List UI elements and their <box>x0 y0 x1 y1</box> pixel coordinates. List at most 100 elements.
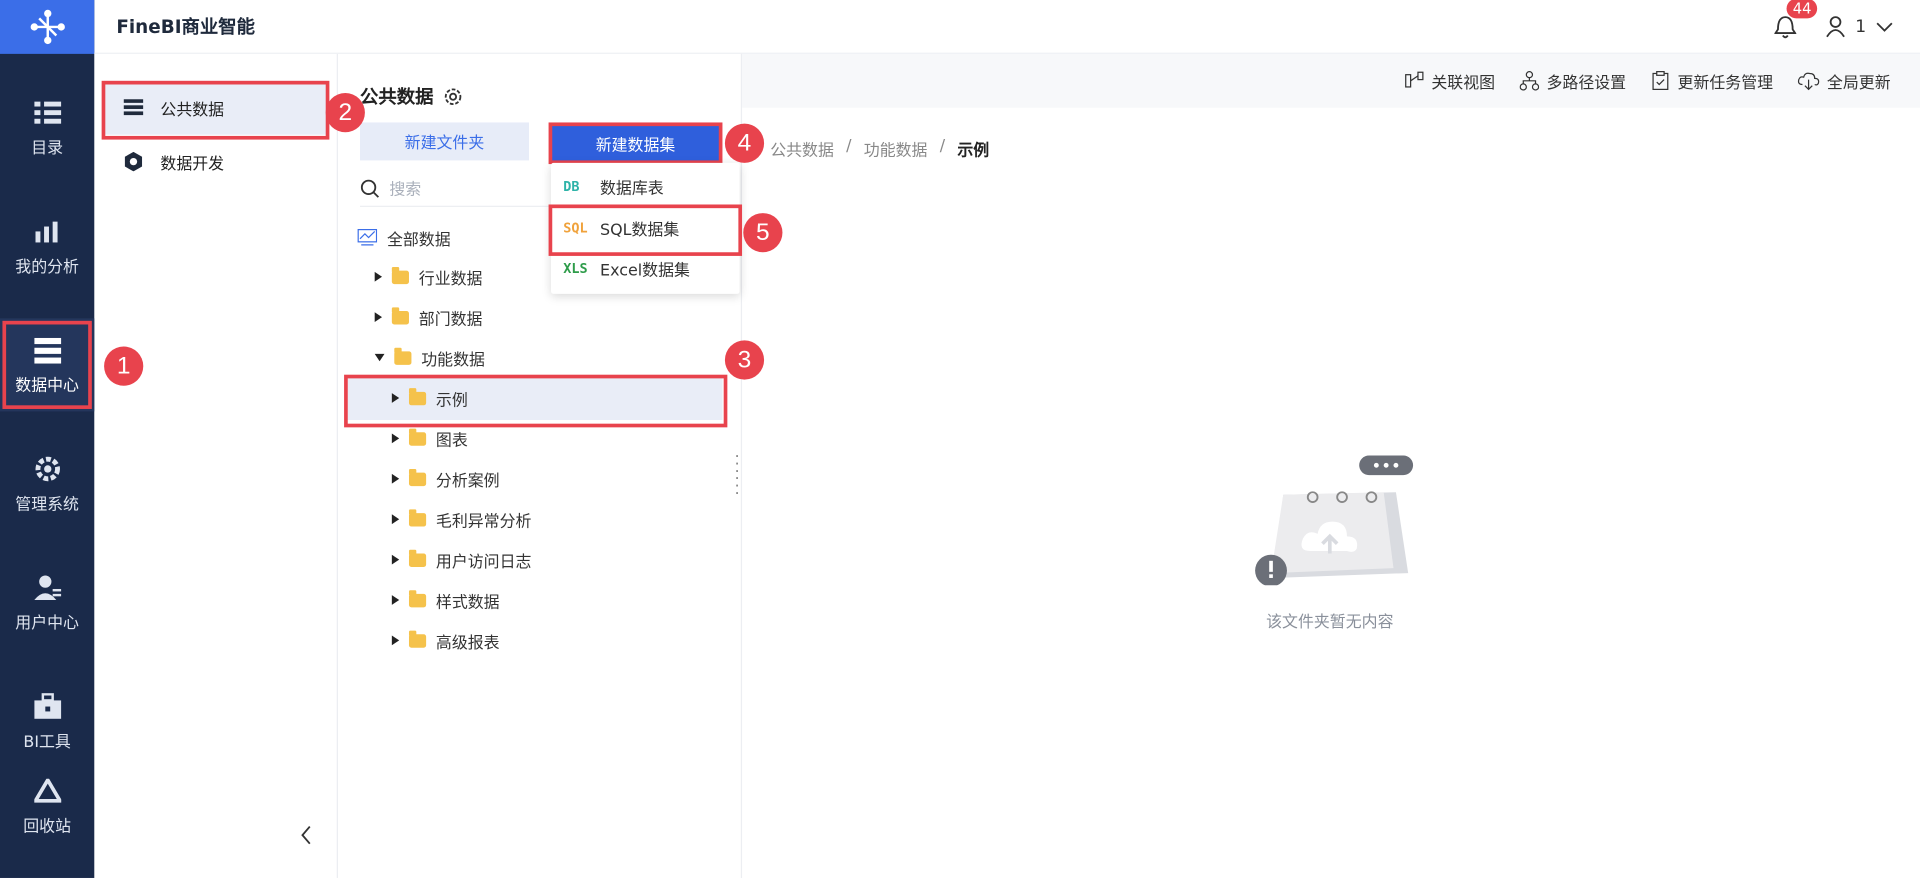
chevron-down-icon <box>1876 22 1893 32</box>
tree-item[interactable]: 用户访问日志 <box>391 540 532 579</box>
step-marker: 5 <box>743 213 783 253</box>
expand-arrow-icon[interactable] <box>391 595 400 605</box>
multi-path-button[interactable]: 多路径设置 <box>1519 69 1627 93</box>
search-box[interactable]: 搜索 <box>360 170 556 207</box>
highlight-box <box>548 122 723 165</box>
app-logo[interactable] <box>0 0 95 54</box>
gear-icon <box>32 454 61 483</box>
step-marker: 2 <box>325 93 365 133</box>
db-table-icon: DB <box>563 178 580 195</box>
expand-arrow-icon[interactable] <box>391 514 400 525</box>
breadcrumb-separator: / <box>846 137 852 156</box>
nav-item-user-center[interactable]: 用户中心 <box>0 556 94 649</box>
search-input[interactable]: 搜索 <box>389 176 421 199</box>
global-update-button[interactable]: 全局更新 <box>1797 69 1891 92</box>
tree-item[interactable]: 样式数据 <box>391 580 500 619</box>
folder-icon <box>408 589 427 607</box>
panel-title-text: 公共数据 <box>360 85 434 108</box>
nav-item-recycle[interactable]: 回收站 <box>0 759 94 852</box>
user-icon <box>1826 16 1845 38</box>
empty-state-text: 该文件夹暂无内容 <box>1266 613 1394 632</box>
user-name: 1 <box>1855 17 1867 37</box>
new-folder-button[interactable]: 新建文件夹 <box>360 122 529 161</box>
tree-label: 用户访问日志 <box>435 552 532 572</box>
breadcrumb: 公共数据 / 功能数据 / 示例 <box>770 137 989 160</box>
step-marker: 1 <box>104 346 144 386</box>
main-toolbar: 关联视图 多路径设置 更新任务管理 全局更新 <box>742 53 1920 108</box>
expand-arrow-icon[interactable] <box>391 433 400 444</box>
task-manage-button[interactable]: 更新任务管理 <box>1651 69 1773 92</box>
catalog-icon <box>32 97 61 126</box>
nav-item-data-center[interactable]: 数据中心 <box>0 318 95 412</box>
folder-icon <box>391 306 409 324</box>
top-bar: FineBI商业智能 44 1 <box>94 0 1920 54</box>
folder-icon <box>408 549 427 567</box>
dropdown-item-db-table[interactable]: DB 数据库表 <box>551 167 740 207</box>
folder-icon <box>408 508 427 526</box>
relation-view-icon <box>1405 71 1424 88</box>
nav-item-catalog[interactable]: 目录 <box>0 81 94 174</box>
tree-label: 毛利异常分析 <box>435 512 532 531</box>
expand-arrow-icon[interactable] <box>374 312 383 323</box>
breadcrumb-item[interactable]: 功能数据 <box>864 137 928 160</box>
tree-item[interactable]: 图表 <box>391 419 468 458</box>
expand-arrow-icon[interactable] <box>391 635 400 646</box>
collapse-panel-button[interactable] <box>300 825 312 851</box>
collapse-arrow-icon[interactable] <box>374 353 385 362</box>
nav-label: 管理系统 <box>15 495 79 514</box>
tree-label: 高级报表 <box>435 633 500 653</box>
highlight-box <box>2 320 92 409</box>
empty-folder-illustration <box>1255 455 1414 586</box>
dropdown-label: Excel数据集 <box>600 262 690 281</box>
expand-arrow-icon[interactable] <box>391 473 400 484</box>
folder-icon <box>394 347 412 365</box>
tree-item[interactable]: 分析案例 <box>391 459 500 498</box>
multi-path-icon <box>1519 71 1540 91</box>
folder-icon <box>408 468 427 486</box>
search-icon <box>360 179 380 198</box>
all-data-icon <box>357 228 378 246</box>
tree-item[interactable]: 行业数据 <box>374 257 482 296</box>
panel-resize-handle[interactable]: · · · · · · <box>735 449 741 500</box>
relation-view-button[interactable]: 关联视图 <box>1404 69 1495 92</box>
tree-label: 全部数据 <box>386 230 451 250</box>
analysis-icon <box>32 216 61 245</box>
tree-item[interactable]: 部门数据 <box>374 298 483 337</box>
expand-arrow-icon[interactable] <box>391 554 400 565</box>
chevron-left-icon <box>301 825 311 845</box>
folder-icon <box>408 427 427 446</box>
breadcrumb-item[interactable]: 公共数据 <box>770 137 834 160</box>
highlight-box <box>548 204 743 256</box>
toolbar-label: 更新任务管理 <box>1677 74 1774 93</box>
notification-badge: 44 <box>1786 0 1818 19</box>
tree-item-selected[interactable]: 示例 <box>391 378 468 417</box>
folder-icon <box>391 266 409 284</box>
nav-item-admin[interactable]: 管理系统 <box>0 437 94 530</box>
nav-label: 我的分析 <box>15 257 79 277</box>
nav-item-my-analysis[interactable]: 我的分析 <box>0 200 94 293</box>
notification-bell[interactable]: 44 <box>1773 0 1818 39</box>
tree-label: 部门数据 <box>418 310 483 329</box>
tree-label: 图表 <box>435 431 468 451</box>
toolbar-label: 关联视图 <box>1431 74 1496 93</box>
toolbar-label: 多路径设置 <box>1546 74 1627 93</box>
tree-item[interactable]: 毛利异常分析 <box>391 500 532 539</box>
expand-arrow-icon[interactable] <box>391 393 400 403</box>
menu-item-data-dev[interactable]: 数据开发 <box>104 135 327 189</box>
user-icon <box>32 572 61 601</box>
user-menu[interactable]: 1 <box>1826 16 1893 38</box>
tree-label: 分析案例 <box>435 472 500 491</box>
tree-item[interactable]: 功能数据 <box>374 338 485 377</box>
settings-gear-icon[interactable] <box>443 86 463 106</box>
logo-icon <box>30 9 65 45</box>
tree-label: 功能数据 <box>421 350 485 370</box>
tree-item[interactable]: 高级报表 <box>391 621 500 660</box>
nav-label: 回收站 <box>23 817 72 836</box>
tree-label: 示例 <box>435 391 468 410</box>
dropdown-label: 数据库表 <box>600 180 664 199</box>
breadcrumb-current: 示例 <box>957 142 990 161</box>
tree-root[interactable]: 全部数据 <box>357 218 451 257</box>
nav-item-bi-tools[interactable]: BI工具 <box>0 675 94 768</box>
tree-label: 样式数据 <box>435 593 500 612</box>
expand-arrow-icon[interactable] <box>374 271 383 282</box>
